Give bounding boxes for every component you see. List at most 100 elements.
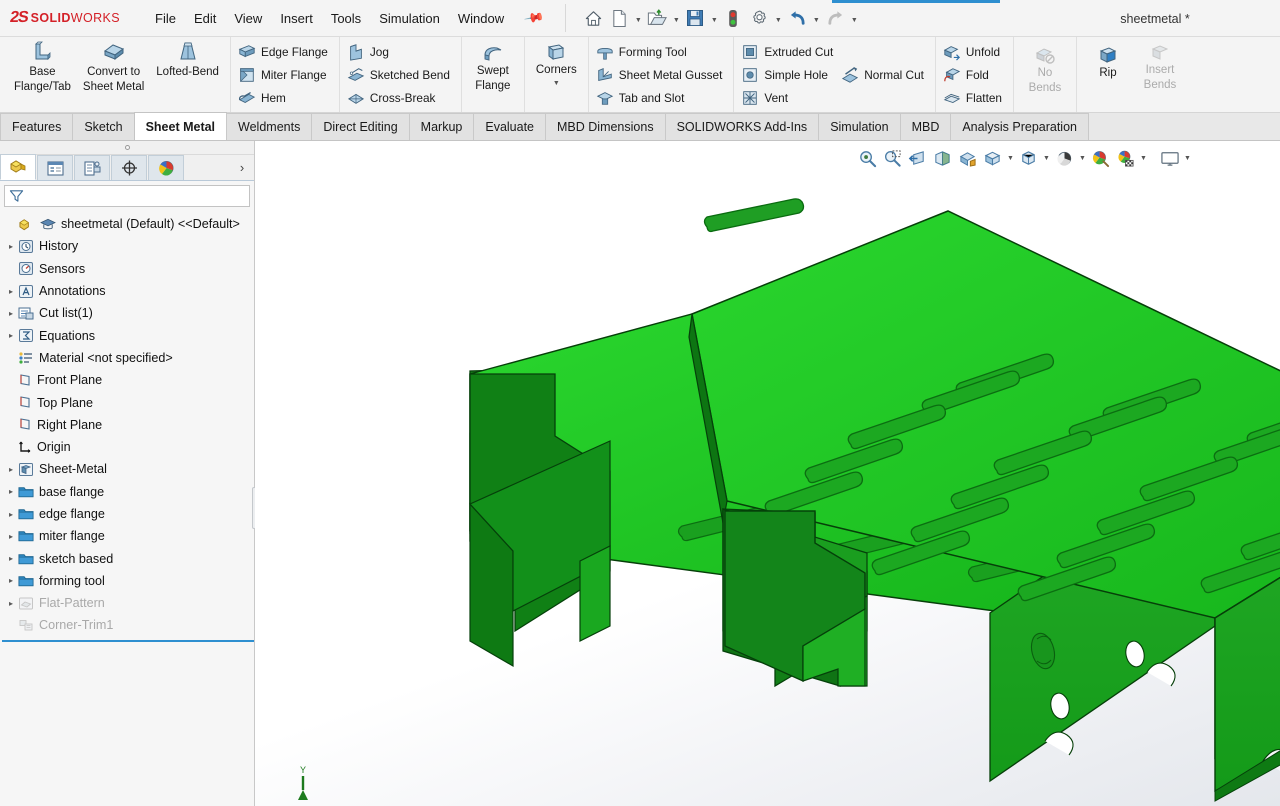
tab-evaluate[interactable]: Evaluate (473, 113, 547, 140)
simple-hole-button[interactable]: Simple Hole (739, 63, 839, 86)
tree-item-history[interactable]: ▸ History (2, 235, 254, 257)
edge-flange-button[interactable]: Edge Flange (236, 40, 334, 63)
tab-sheet-metal[interactable]: Sheet Metal (133, 112, 228, 140)
menu-item-edit[interactable]: Edit (185, 7, 225, 30)
equations-expander[interactable]: ▸ (4, 331, 18, 340)
sheet-metal-gusset-button[interactable]: Sheet Metal Gusset (594, 63, 729, 86)
new-document-button[interactable] (606, 5, 632, 31)
forming-tool-expander[interactable]: ▸ (4, 576, 18, 585)
tree-item-base-flange-folder[interactable]: ▸ base flange (2, 481, 254, 503)
tree-item-root[interactable]: sheetmetal (Default) <<Default> (2, 213, 254, 235)
sheetmetal-part-3d-model[interactable]: Y (255, 141, 1280, 806)
rip-button[interactable]: Rip (1082, 37, 1134, 112)
tab-mbd[interactable]: MBD (899, 113, 952, 140)
undo-button[interactable] (784, 5, 810, 31)
tab-weldments[interactable]: Weldments (226, 113, 313, 140)
tree-item-corner-trim-1[interactable]: Corner-Trim1 (2, 614, 254, 636)
tree-item-annotations[interactable]: ▸ Annotations (2, 280, 254, 302)
menu-item-view[interactable]: View (225, 7, 271, 30)
tree-item-sensors[interactable]: Sensors (2, 258, 254, 280)
corners-dropdown-caret[interactable]: ▼ (553, 80, 560, 87)
tab-mbd-dimensions[interactable]: MBD Dimensions (545, 113, 666, 140)
rebuild-button[interactable] (720, 5, 746, 31)
lofted-bend-button[interactable]: Lofted-Bend (150, 37, 225, 112)
tree-item-sheet-metal[interactable]: ▸ Sheet-Metal (2, 458, 254, 480)
history-expander[interactable]: ▸ (4, 242, 18, 251)
normal-cut-button[interactable]: Normal Cut (839, 63, 930, 86)
feature-manager-tab[interactable] (0, 154, 36, 180)
tab-direct-editing[interactable]: Direct Editing (311, 113, 410, 140)
cross-break-button[interactable]: Cross-Break (345, 86, 456, 109)
tree-item-miter-flange-folder[interactable]: ▸ miter flange (2, 525, 254, 547)
menu-item-window[interactable]: Window (449, 7, 513, 30)
sheet-metal-expander[interactable]: ▸ (4, 465, 18, 474)
fold-button[interactable]: Fold (941, 63, 1008, 86)
redo-caret[interactable]: ▼ (848, 5, 860, 31)
insert-bends-button[interactable]: Insert Bends (1134, 37, 1186, 112)
jog-button[interactable]: Jog (345, 40, 456, 63)
dimxpert-manager-tab[interactable] (111, 155, 147, 180)
menu-item-insert[interactable]: Insert (271, 7, 322, 30)
tree-item-material[interactable]: Material <not specified> (2, 347, 254, 369)
menu-item-simulation[interactable]: Simulation (370, 7, 449, 30)
base-flange-tab-button[interactable]: Base Flange/Tab (8, 37, 77, 112)
convert-to-sheet-metal-button[interactable]: Convert to Sheet Metal (77, 37, 150, 112)
flat-pattern-expander[interactable]: ▸ (4, 599, 18, 608)
tree-item-right-plane[interactable]: Right Plane (2, 414, 254, 436)
swept-flange-button[interactable]: Swept Flange (467, 37, 519, 112)
open-document-caret[interactable]: ▼ (670, 5, 682, 31)
tab-simulation[interactable]: Simulation (818, 113, 901, 140)
panel-collapse-grip[interactable] (0, 141, 254, 155)
tree-item-origin[interactable]: Origin (2, 436, 254, 458)
tree-filter-input[interactable] (4, 185, 250, 207)
edge-flange-expander[interactable]: ▸ (4, 510, 18, 519)
tree-item-edge-flange-folder[interactable]: ▸ edge flange (2, 503, 254, 525)
unfold-button[interactable]: Unfold (941, 40, 1008, 63)
tree-item-equations[interactable]: ▸ Equations (2, 324, 254, 346)
configuration-manager-tab[interactable] (74, 155, 110, 180)
sketch-based-expander[interactable]: ▸ (4, 554, 18, 563)
tab-solidworks-add-ins[interactable]: SOLIDWORKS Add-Ins (664, 113, 820, 140)
save-button[interactable] (682, 5, 708, 31)
undo-caret[interactable]: ▼ (810, 5, 822, 31)
vent-button[interactable]: Vent (739, 86, 839, 109)
tree-item-top-plane[interactable]: Top Plane (2, 391, 254, 413)
tree-item-front-plane[interactable]: Front Plane (2, 369, 254, 391)
appearances-tab[interactable] (148, 155, 184, 180)
extruded-cut-button[interactable]: Extruded Cut (739, 40, 839, 63)
hem-button[interactable]: Hem (236, 86, 334, 109)
tree-item-flat-pattern[interactable]: ▸ Flat-Pattern (2, 592, 254, 614)
tab-analysis-preparation[interactable]: Analysis Preparation (950, 113, 1089, 140)
tree-item-forming-tool-folder[interactable]: ▸ forming tool (2, 570, 254, 592)
open-document-button[interactable] (644, 5, 670, 31)
corners-button[interactable]: Corners ▼ (530, 37, 583, 112)
save-caret[interactable]: ▼ (708, 5, 720, 31)
annotations-expander[interactable]: ▸ (4, 287, 18, 296)
redo-button[interactable] (822, 5, 848, 31)
tree-item-sketch-based-folder[interactable]: ▸ sketch based (2, 547, 254, 569)
tab-markup[interactable]: Markup (408, 113, 475, 140)
home-button[interactable] (580, 5, 606, 31)
no-bends-button[interactable]: No Bends (1019, 37, 1071, 112)
forming-tool-button[interactable]: Forming Tool (594, 40, 729, 63)
tab-sketch[interactable]: Sketch (72, 113, 135, 140)
sketched-bend-button[interactable]: Sketched Bend (345, 63, 456, 86)
cut-list-expander[interactable]: ▸ (4, 309, 18, 318)
base-flange-expander[interactable]: ▸ (4, 487, 18, 496)
miter-flange-button[interactable]: Miter Flange (236, 63, 334, 86)
miter-flange-expander[interactable]: ▸ (4, 532, 18, 541)
new-document-caret[interactable]: ▼ (632, 5, 644, 31)
options-button[interactable] (746, 5, 772, 31)
traffic-light-icon (729, 9, 738, 27)
tab-features[interactable]: Features (0, 113, 74, 140)
options-caret[interactable]: ▼ (772, 5, 784, 31)
graphics-area[interactable]: ▼ ▼ ▼ ▼ ▼ Y (255, 141, 1280, 806)
tab-and-slot-button[interactable]: Tab and Slot (594, 86, 729, 109)
flatten-button[interactable]: Flatten (941, 86, 1008, 109)
tree-item-cut-list[interactable]: ▸ Cut list(1) (2, 302, 254, 324)
menu-item-tools[interactable]: Tools (322, 7, 370, 30)
pushpin-icon[interactable]: 📌 (513, 0, 555, 38)
property-manager-tab[interactable] (37, 155, 73, 180)
menu-item-file[interactable]: File (146, 7, 185, 30)
panel-tabs-more-button[interactable]: › (230, 155, 254, 180)
